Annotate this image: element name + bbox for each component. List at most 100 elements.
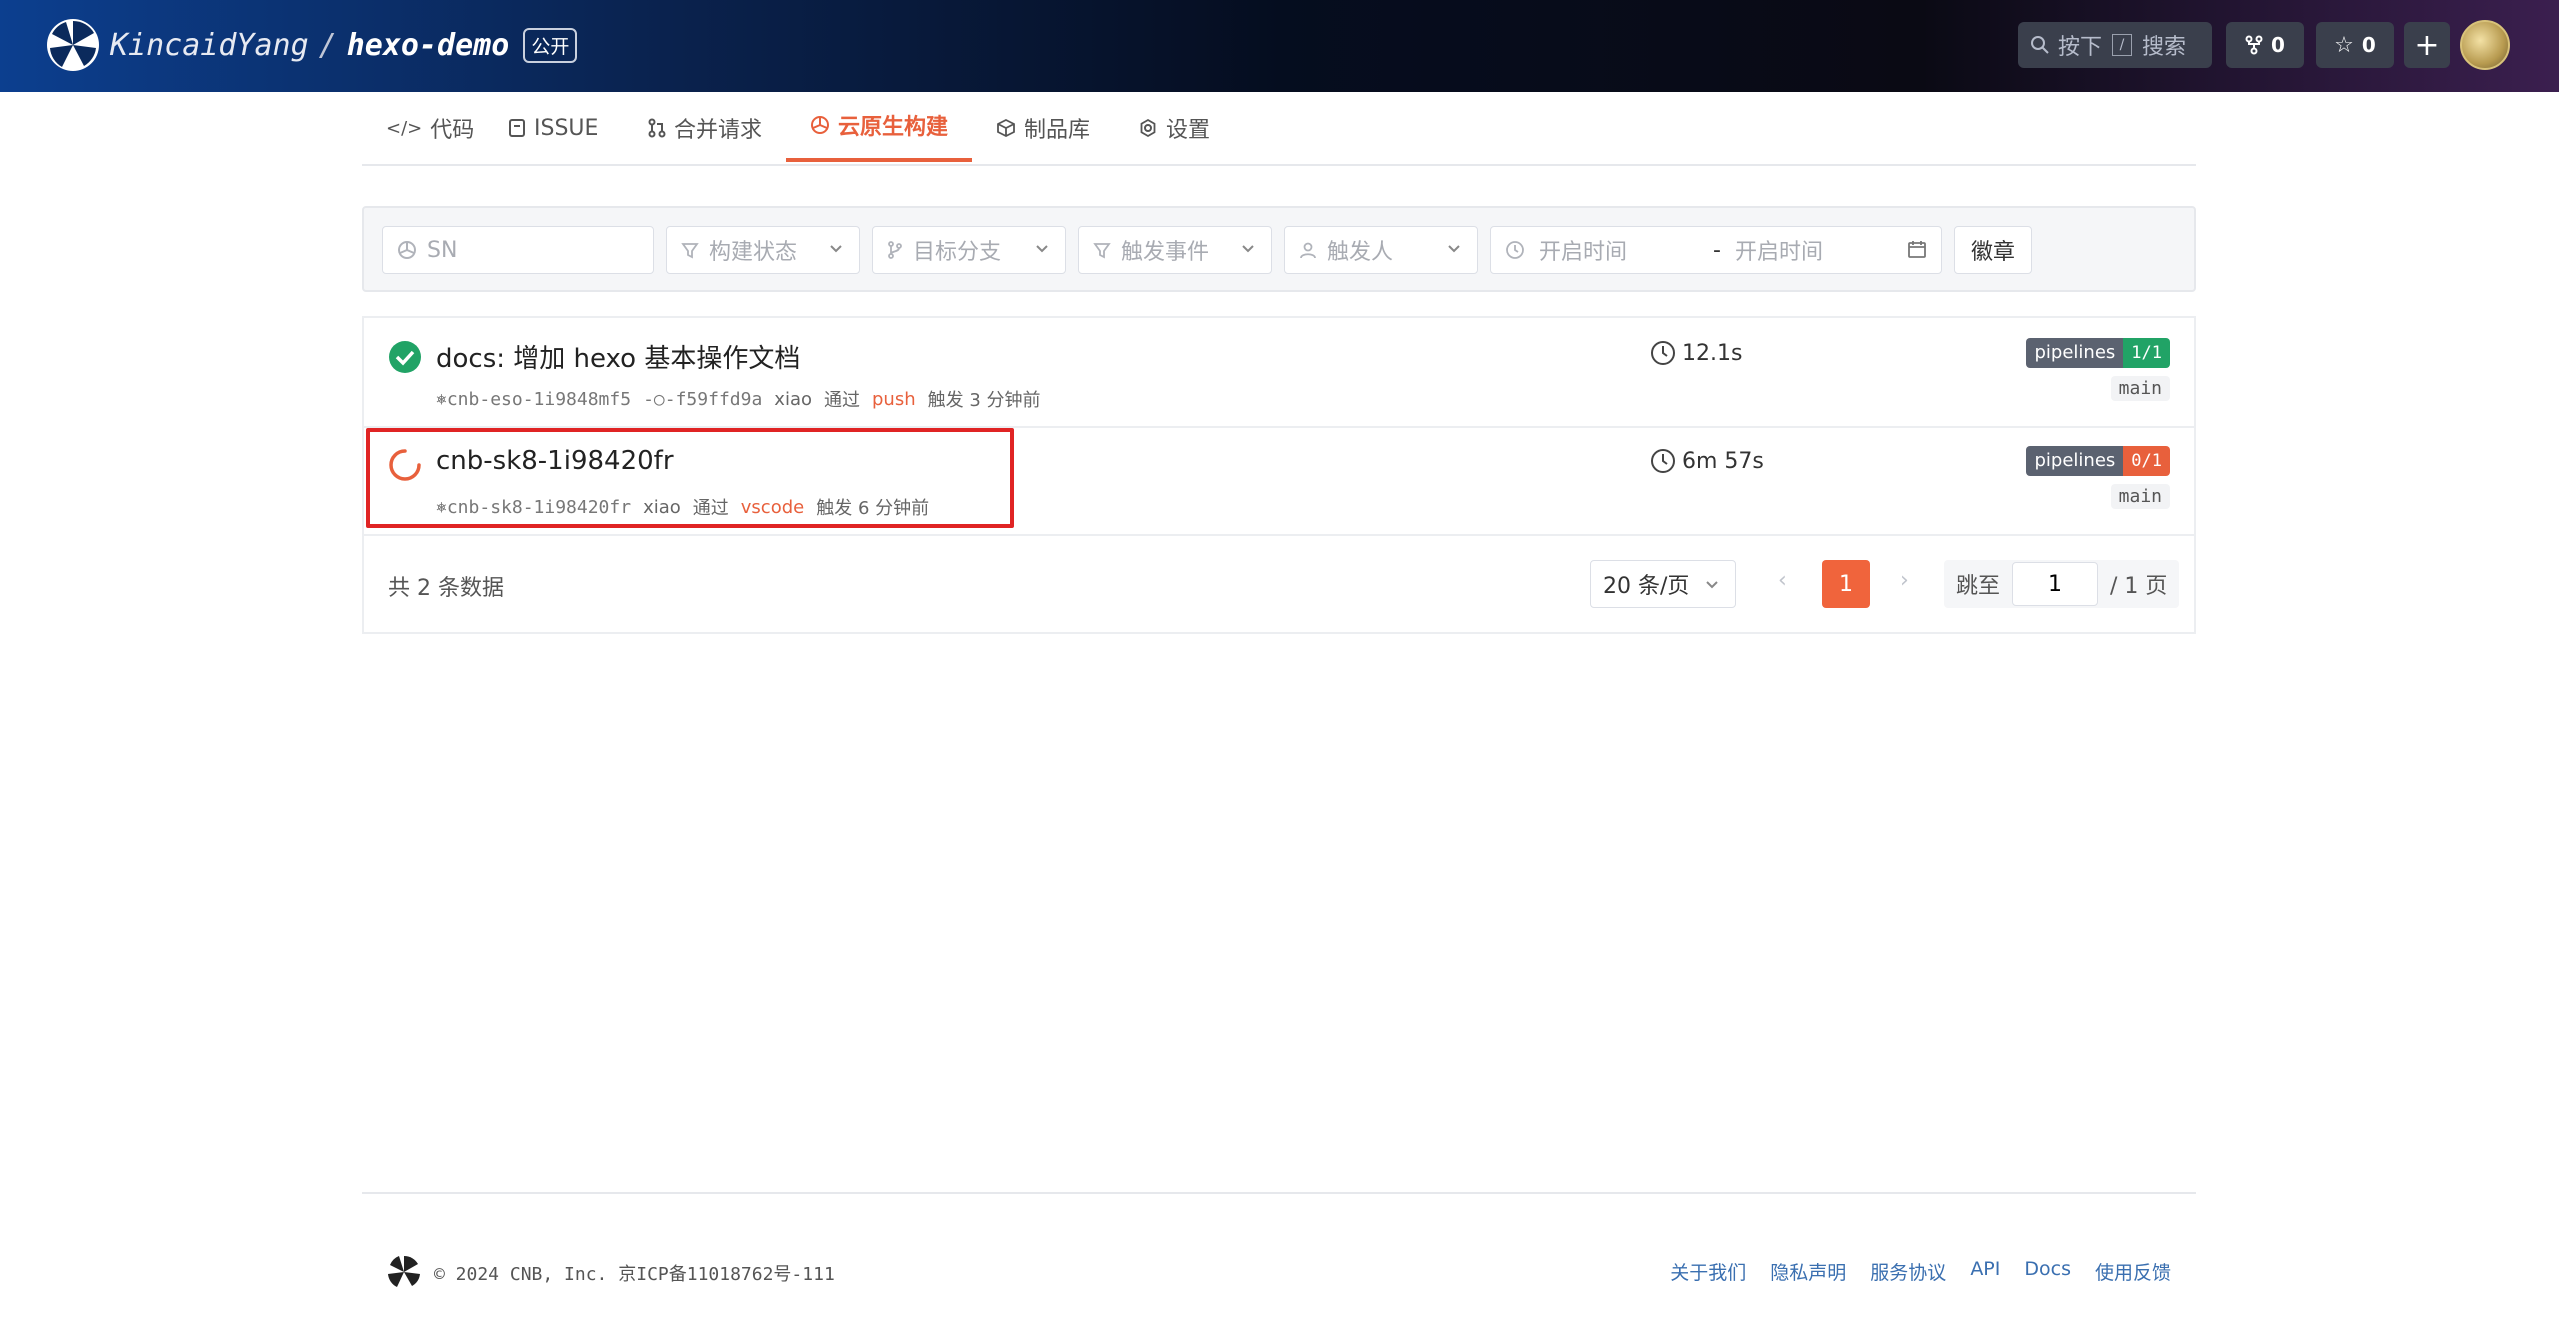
pipelines-label: pipelines: [2026, 446, 2124, 476]
clock-icon: [1506, 241, 1524, 259]
merge-icon: [648, 118, 666, 138]
pipelines-badge[interactable]: pipelines 0/1: [2026, 446, 2170, 476]
tab-packages[interactable]: 制品库: [996, 92, 1090, 164]
page-size-select[interactable]: 20 条/页: [1590, 560, 1736, 608]
total-count: 共 2 条数据: [388, 576, 504, 601]
footer-link-feedback[interactable]: 使用反馈: [2095, 1258, 2171, 1285]
build-title[interactable]: docs: 增加 hexo 基本操作文档: [436, 338, 800, 375]
status-filter-select[interactable]: 构建状态: [666, 226, 860, 274]
build-commit[interactable]: -○-f59ffd9a: [643, 389, 762, 410]
footer-link-terms[interactable]: 服务协议: [1870, 1258, 1946, 1285]
pipelines-count: 0/1: [2123, 446, 2170, 476]
badge-button[interactable]: 徽章: [1954, 226, 2032, 274]
create-button[interactable]: +: [2404, 22, 2450, 68]
page-size-value: 20 条/页: [1603, 574, 1690, 599]
footer-links: 关于我们 隐私声明 服务协议 API Docs 使用反馈: [1670, 1258, 2171, 1285]
chevron-down-icon: [830, 245, 842, 253]
tab-label: 制品库: [1024, 118, 1091, 143]
chevron-down-icon: [1242, 245, 1254, 253]
path-separator: /: [318, 27, 337, 63]
star-button[interactable]: ☆ 0: [2316, 22, 2394, 68]
duration-value: 12.1s: [1682, 340, 1743, 366]
repo-tabs: </> 代码 ISSUE 合并请求 云原生构建 制品库 设置: [362, 92, 2196, 166]
tab-label: 设置: [1166, 118, 1211, 143]
branch-icon: [888, 241, 902, 259]
footer-divider: [362, 1192, 2196, 1194]
jump-page-input[interactable]: [2012, 562, 2099, 606]
branch-tag[interactable]: main: [2110, 376, 2170, 401]
user-icon: [1300, 242, 1316, 259]
build-filter-bar: SN 构建状态 目标分支 触发事件 触发人 开启时间 - 开启时间 徽章: [362, 206, 2196, 292]
chevron-down-icon: [1706, 581, 1718, 589]
build-sn[interactable]: ⎈cnb-eso-1i9848mf5: [436, 389, 631, 410]
build-icon: [398, 241, 416, 259]
branch-tag[interactable]: main: [2110, 484, 2170, 509]
issue-icon: [509, 119, 525, 137]
tab-label: 代码: [430, 118, 475, 143]
tab-merge-requests[interactable]: 合并请求: [648, 92, 762, 164]
time-range-picker[interactable]: 开启时间 - 开启时间: [1490, 226, 1942, 274]
highlight-box: [366, 428, 1014, 528]
star-icon: ☆: [2334, 32, 2354, 58]
search-label: 搜索: [2142, 35, 2187, 60]
status-placeholder: 构建状态: [709, 240, 798, 265]
chevron-down-icon: [1036, 245, 1048, 253]
tab-code[interactable]: </> 代码: [386, 92, 474, 164]
visibility-badge: 公开: [523, 27, 578, 63]
build-icon: [811, 116, 829, 134]
tab-label: 合并请求: [674, 118, 763, 143]
next-page-button[interactable]: ›: [1900, 568, 1909, 593]
footer-link-privacy[interactable]: 隐私声明: [1770, 1258, 1846, 1285]
branch-filter-select[interactable]: 目标分支: [872, 226, 1066, 274]
build-user[interactable]: xiao: [774, 389, 812, 410]
pagination-bar: 共 2 条数据 20 条/页 ‹ 1 › 跳至 / 1 页: [364, 536, 2194, 632]
start-time-placeholder[interactable]: 开启时间: [1539, 234, 1699, 266]
page-1-button[interactable]: 1: [1822, 560, 1870, 608]
fork-icon: [2245, 35, 2263, 55]
trigger-user-filter-select[interactable]: 触发人: [1284, 226, 1478, 274]
tab-cloud-native-build[interactable]: 云原生构建: [786, 92, 973, 162]
build-duration: 6m 57s: [1650, 448, 1764, 474]
tab-label: 云原生构建: [838, 115, 949, 140]
clock-icon: [1651, 449, 1675, 473]
trigger-event: push: [872, 388, 916, 410]
filter-icon: [681, 243, 699, 259]
commit-icon: -○-: [643, 388, 676, 410]
user-avatar[interactable]: [2460, 20, 2510, 70]
search-icon: [2031, 36, 2049, 54]
pipelines-count: 1/1: [2123, 338, 2170, 368]
success-check-icon: [389, 341, 421, 373]
fork-count: 0: [2271, 33, 2285, 57]
page-jumper: 跳至 / 1 页: [1944, 560, 2180, 608]
repo-link[interactable]: hexo-demo: [347, 28, 510, 63]
pipelines-badge[interactable]: pipelines 1/1: [2026, 338, 2170, 368]
search-shortcut-key: /: [2112, 34, 2133, 56]
prev-page-button[interactable]: ‹: [1778, 568, 1787, 593]
sn-filter-input[interactable]: SN: [382, 226, 654, 274]
pipelines-label: pipelines: [2026, 338, 2124, 368]
search-prefix: 按下: [2058, 35, 2103, 60]
build-duration: 12.1s: [1650, 340, 1742, 366]
cnb-logo-icon: [387, 1255, 421, 1289]
tab-label: ISSUE: [534, 115, 599, 141]
pages-suffix: / 1 页: [2110, 574, 2168, 599]
via-label: 通过: [824, 390, 860, 411]
footer-link-about[interactable]: 关于我们: [1670, 1258, 1746, 1285]
tab-settings[interactable]: 设置: [1138, 92, 1210, 164]
owner-link[interactable]: KincaidYang: [110, 28, 309, 63]
footer-link-docs[interactable]: Docs: [2024, 1258, 2071, 1285]
trigger-user-placeholder: 触发人: [1327, 240, 1394, 265]
fork-button[interactable]: 0: [2226, 22, 2304, 68]
global-search[interactable]: 按下 / 搜索: [2018, 22, 2212, 68]
end-time-placeholder[interactable]: 开启时间: [1735, 234, 1823, 266]
branch-placeholder: 目标分支: [913, 240, 1002, 265]
build-meta: ⎈cnb-eso-1i9848mf5 -○-f59ffd9a xiao 通过 p…: [436, 386, 1041, 412]
repo-breadcrumb: KincaidYang / hexo-demo 公开: [110, 22, 578, 68]
tab-issue[interactable]: ISSUE: [508, 92, 598, 164]
build-row[interactable]: docs: 增加 hexo 基本操作文档 ⎈cnb-eso-1i9848mf5 …: [364, 318, 2194, 428]
cnb-logo-icon[interactable]: [46, 18, 100, 72]
duration-value: 6m 57s: [1682, 448, 1764, 474]
footer-link-api[interactable]: API: [1970, 1258, 2000, 1285]
chevron-down-icon: [1448, 245, 1460, 253]
event-filter-select[interactable]: 触发事件: [1078, 226, 1272, 274]
